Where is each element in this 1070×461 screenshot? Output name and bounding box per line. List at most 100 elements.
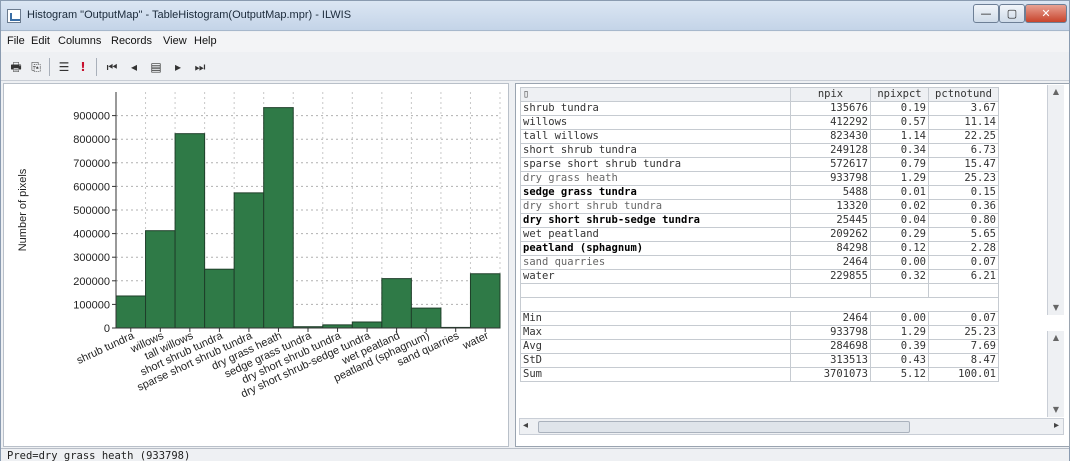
npixpct-cell[interactable]: 0.01 [870,185,929,200]
menu-edit[interactable]: Edit [31,35,50,47]
npixpct-cell[interactable]: 0.34 [870,143,929,158]
column-header[interactable]: npix [790,87,871,102]
pctnotund-cell[interactable]: 0.36 [928,199,999,214]
npixpct-cell[interactable]: 0.00 [870,255,929,270]
table-row[interactable]: short shrub tundra 249128 0.34 6.73 [520,143,999,158]
pctnotund-cell[interactable]: 6.73 [928,143,999,158]
scroll-down-icon[interactable]: ▼ [1051,303,1061,313]
table-row[interactable]: sand quarries 2464 0.00 0.07 [520,255,999,270]
table-row[interactable]: sparse short shrub tundra 572617 0.79 15.47 [520,157,999,172]
npix-cell[interactable]: 13320 [790,199,871,214]
stats-label[interactable]: Avg [520,339,791,354]
scroll-right-icon[interactable]: ▸ [1054,420,1059,431]
histogram-chart-pane[interactable]: 0 100000 200000 300000 400000 500000 600000 700… [3,83,509,447]
histogram-table-pane[interactable]: ▯ npix npixpct pctnotund shrub tundra 135676 0… [515,83,1070,447]
stats-label[interactable]: Min [520,311,791,326]
stats-npixpct-cell[interactable]: 1.29 [870,325,929,340]
print-icon[interactable]: 🖶 [7,58,25,76]
npixpct-cell[interactable]: 0.12 [870,241,929,256]
table-row[interactable]: dry short shrub-sedge tundra 25445 0.04 0.8… [520,213,999,228]
exclamation-icon[interactable]: ! [74,58,92,76]
npixpct-cell[interactable]: 0.57 [870,115,929,130]
npixpct-cell[interactable]: 0.02 [870,199,929,214]
npix-cell[interactable]: 135676 [790,101,871,116]
npixpct-cell[interactable]: 0.19 [870,101,929,116]
stats-npix-cell[interactable]: 3701073 [790,367,871,382]
column-header[interactable]: npixpct [870,87,929,102]
row-label[interactable]: sand quarries [520,255,791,270]
menu-file[interactable]: File [7,35,25,47]
stats-vertical-scrollbar[interactable]: ▲ ▼ [1047,331,1064,417]
stats-label[interactable]: Sum [520,367,791,382]
npix-cell[interactable]: 209262 [790,227,871,242]
table-row[interactable]: shrub tundra 135676 0.19 3.67 [520,101,999,116]
scroll-up-icon[interactable]: ▲ [1051,87,1061,97]
pctnotund-cell[interactable]: 5.65 [928,227,999,242]
next-record-icon[interactable]: ▸ [169,58,187,76]
row-label[interactable]: shrub tundra [520,101,791,116]
scroll-down-icon[interactable]: ▼ [1051,405,1061,415]
table-row[interactable]: dry grass heath 933798 1.29 25.23 [520,171,999,186]
table-row[interactable]: sedge grass tundra 5488 0.01 0.15 [520,185,999,200]
properties-icon[interactable]: ☰ [55,58,73,76]
row-label[interactable]: short shrub tundra [520,143,791,158]
maximize-button[interactable]: ▢ [999,4,1025,23]
npix-cell[interactable]: 412292 [790,115,871,130]
npix-cell[interactable]: 933798 [790,171,871,186]
stats-npixpct-cell[interactable]: 0.43 [870,353,929,368]
scroll-up-icon[interactable]: ▲ [1051,333,1061,343]
npix-cell[interactable]: 2464 [790,255,871,270]
pctnotund-cell[interactable]: 0.80 [928,213,999,228]
menu-view[interactable]: View [163,35,187,47]
menu-help[interactable]: Help [194,35,217,47]
table-row[interactable]: water 229855 0.32 6.21 [520,269,999,284]
table-row[interactable]: wet peatland 209262 0.29 5.65 [520,227,999,242]
pctnotund-cell[interactable]: 0.15 [928,185,999,200]
go-to-record-icon[interactable]: ▤ [147,58,165,76]
stats-row[interactable]: Max 933798 1.29 25.23 [520,325,999,340]
npixpct-cell[interactable]: 1.29 [870,171,929,186]
table-row[interactable]: peatland (sphagnum) 84298 0.12 2.28 [520,241,999,256]
stats-npix-cell[interactable]: 313513 [790,353,871,368]
pctnotund-cell[interactable]: 11.14 [928,115,999,130]
stats-npixpct-cell[interactable]: 5.12 [870,367,929,382]
pctnotund-cell[interactable]: 6.21 [928,269,999,284]
row-label[interactable]: water [520,269,791,284]
pctnotund-cell[interactable]: 15.47 [928,157,999,172]
row-label[interactable]: peatland (sphagnum) [520,241,791,256]
npix-cell[interactable]: 229855 [790,269,871,284]
table-horizontal-scrollbar[interactable]: ◂ ▸ [519,418,1064,435]
table-row[interactable]: willows 412292 0.57 11.14 [520,115,999,130]
stats-npix-cell[interactable]: 2464 [790,311,871,326]
row-label[interactable]: dry short shrub tundra [520,199,791,214]
npix-cell[interactable]: 84298 [790,241,871,256]
stats-pctnotund-cell[interactable]: 25.23 [928,325,999,340]
menu-columns[interactable]: Columns [58,35,101,47]
table-row[interactable]: dry short shrub tundra 13320 0.02 0.36 [520,199,999,214]
stats-row[interactable]: Sum 3701073 5.12 100.01 [520,367,999,382]
stats-row[interactable]: StD 313513 0.43 8.47 [520,353,999,368]
pctnotund-cell[interactable]: 0.07 [928,255,999,270]
row-label[interactable]: dry short shrub-sedge tundra [520,213,791,228]
previous-record-icon[interactable]: ◂ [125,58,143,76]
table-row[interactable]: tall willows 823430 1.14 22.25 [520,129,999,144]
minimize-button[interactable]: — [973,4,999,23]
stats-row[interactable]: Avg 284698 0.39 7.69 [520,339,999,354]
npix-cell[interactable]: 249128 [790,143,871,158]
pctnotund-cell[interactable]: 2.28 [928,241,999,256]
stats-label[interactable]: Max [520,325,791,340]
row-label[interactable]: tall willows [520,129,791,144]
npixpct-cell[interactable]: 0.04 [870,213,929,228]
npixpct-cell[interactable]: 0.79 [870,157,929,172]
stats-npixpct-cell[interactable]: 0.39 [870,339,929,354]
table-corner-icon[interactable]: ▯ [520,87,791,102]
stats-pctnotund-cell[interactable]: 0.07 [928,311,999,326]
pctnotund-cell[interactable]: 25.23 [928,171,999,186]
pctnotund-cell[interactable]: 22.25 [928,129,999,144]
row-label[interactable]: sedge grass tundra [520,185,791,200]
menu-records[interactable]: Records [111,35,152,47]
row-label[interactable]: sparse short shrub tundra [520,157,791,172]
npixpct-cell[interactable]: 0.29 [870,227,929,242]
row-label[interactable]: wet peatland [520,227,791,242]
stats-pctnotund-cell[interactable]: 8.47 [928,353,999,368]
